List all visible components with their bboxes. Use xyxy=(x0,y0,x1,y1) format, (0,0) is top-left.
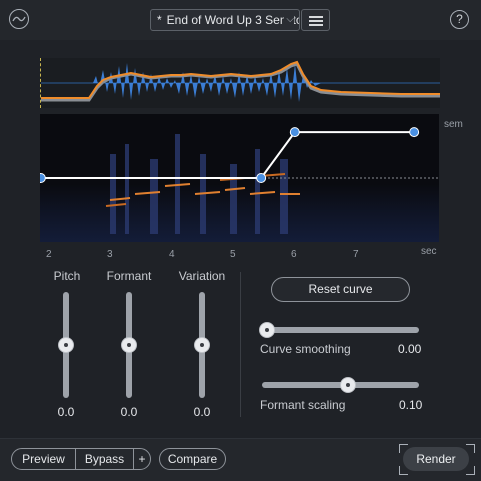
variation-value: 0.0 xyxy=(193,405,211,419)
preset-modified-marker: * xyxy=(157,13,162,27)
render-button[interactable]: Render xyxy=(403,447,469,471)
curve-node[interactable] xyxy=(256,173,267,183)
curve-smoothing-value: 0.00 xyxy=(398,342,422,356)
pitch-label: Pitch xyxy=(53,269,81,283)
formant-scaling-thumb[interactable] xyxy=(340,377,356,393)
waveform-overview[interactable] xyxy=(40,58,440,108)
chevron-down-icon: ⌵ xyxy=(284,10,294,30)
spectrogram-svg xyxy=(35,127,439,242)
time-tick: 3 xyxy=(107,249,113,260)
pitch-curve-line xyxy=(40,131,415,179)
curve-node[interactable] xyxy=(289,127,300,138)
pitch-spectrogram[interactable] xyxy=(35,114,439,242)
time-tick: 2 xyxy=(46,249,52,260)
corner-mark xyxy=(466,466,475,475)
variation-slider-thumb[interactable] xyxy=(194,337,210,353)
curve-node[interactable] xyxy=(35,173,46,183)
curve-smoothing-label: Curve smoothing xyxy=(260,342,351,356)
curve-smoothing-thumb[interactable] xyxy=(259,322,275,338)
reset-curve-button[interactable]: Reset curve xyxy=(271,277,410,302)
variation-slider[interactable] xyxy=(194,292,210,398)
formant-scaling-slider[interactable] xyxy=(262,377,419,393)
pitch-curve[interactable] xyxy=(35,127,420,183)
pitch-slider-thumb[interactable] xyxy=(58,337,74,353)
hamburger-menu-icon[interactable] xyxy=(301,9,330,31)
top-bar: * End of Word Up 3 Semitones ⌵ ? xyxy=(0,0,481,40)
pitch-unit-label: sem xyxy=(444,119,463,130)
formant-label: Formant xyxy=(106,269,152,283)
compare-button[interactable]: Compare xyxy=(159,448,226,470)
time-tick: 6 xyxy=(291,249,297,260)
time-tick: 5 xyxy=(230,249,236,260)
preview-button[interactable]: Preview xyxy=(11,448,76,470)
help-icon[interactable]: ? xyxy=(450,10,469,29)
time-tick: 4 xyxy=(169,249,175,260)
preset-selector[interactable]: * End of Word Up 3 Semitones ⌵ xyxy=(150,9,300,31)
panel-divider xyxy=(240,272,241,417)
time-tick: 7 xyxy=(353,249,359,260)
variation-label: Variation xyxy=(178,269,226,283)
curve-smoothing-slider[interactable] xyxy=(259,322,419,338)
bypass-button[interactable]: Bypass xyxy=(75,448,134,470)
formant-scaling-value: 0.10 xyxy=(399,398,423,412)
formant-slider-thumb[interactable] xyxy=(121,337,137,353)
pitch-slider[interactable] xyxy=(58,292,74,398)
formant-value: 0.0 xyxy=(120,405,138,419)
preset-name: End of Word Up 3 Semitones xyxy=(166,13,299,27)
formant-slider[interactable] xyxy=(121,292,137,398)
time-unit-label: sec xyxy=(421,246,437,257)
waveform-overview-svg xyxy=(41,60,440,102)
formant-scaling-label: Formant scaling xyxy=(260,398,346,412)
corner-mark xyxy=(466,444,475,453)
chat-icon[interactable] xyxy=(9,9,29,29)
pitch-value: 0.0 xyxy=(57,405,75,419)
curve-node[interactable] xyxy=(409,127,420,138)
